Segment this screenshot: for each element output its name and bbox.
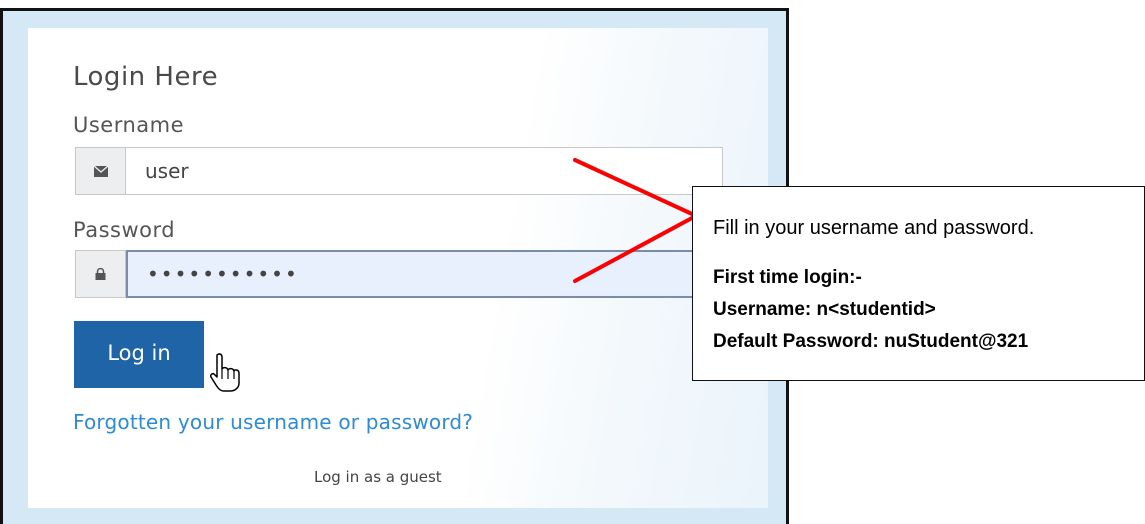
username-label: Username [73, 113, 185, 137]
username-input[interactable] [126, 148, 722, 194]
callout-password-hint: Default Password: nuStudent@321 [713, 331, 1029, 352]
lock-icon [76, 251, 126, 297]
username-input-group [75, 147, 723, 195]
login-instructions-callout: Fill in your username and password. Firs… [692, 186, 1145, 381]
password-input[interactable] [126, 250, 723, 298]
page-title: Login Here [73, 62, 219, 92]
password-input-group [75, 250, 723, 298]
callout-instruction: Fill in your username and password. [713, 217, 1035, 239]
callout-first-time: First time login:- [713, 267, 862, 288]
hand-pointer-icon [209, 353, 247, 393]
forgot-password-link[interactable]: Forgotten your username or password? [73, 410, 473, 434]
screenshot-frame: Login Here Username Password Log in [0, 8, 789, 524]
guest-login-link[interactable]: Log in as a guest [314, 468, 442, 486]
password-label: Password [73, 218, 176, 242]
callout-username-hint: Username: n<studentid> [713, 299, 936, 320]
login-button[interactable]: Log in [74, 321, 204, 388]
login-card: Login Here Username Password Log in [28, 28, 768, 508]
envelope-icon [76, 148, 126, 194]
